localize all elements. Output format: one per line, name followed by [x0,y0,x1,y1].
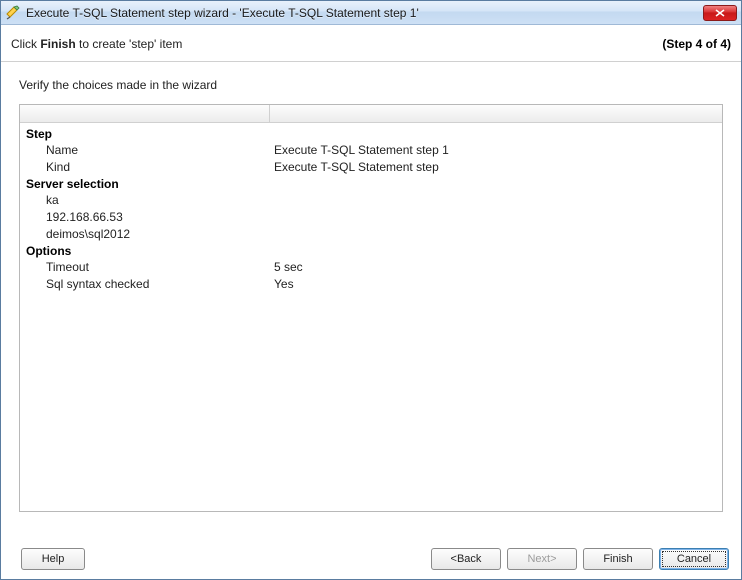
step-progress: (Step 4 of 4) [662,37,731,51]
server1: ka [20,192,270,209]
sub-instruction: Verify the choices made in the wizard [1,62,741,96]
syntax-label: Sql syntax checked [20,276,270,293]
summary-col2 [270,105,722,122]
app-icon [5,5,21,21]
wizard-header: Click Finish to create 'step' item (Step… [1,25,741,62]
instruction-text: Click Finish to create 'step' item [11,37,182,51]
instruction-suffix: to create 'step' item [76,37,183,51]
instruction-prefix: Click [11,37,40,51]
syntax-value: Yes [270,276,722,293]
summary-row-server1: ka [20,192,722,209]
window-title: Execute T-SQL Statement step wizard - 'E… [26,6,703,20]
cancel-button[interactable]: Cancel [659,548,729,570]
back-button[interactable]: <Back [431,548,501,570]
summary-row-kind: Kind Execute T-SQL Statement step [20,159,722,176]
server3: deimos\sql2012 [20,226,270,243]
kind-value: Execute T-SQL Statement step [270,159,722,176]
close-button[interactable] [703,5,737,21]
timeout-value: 5 sec [270,259,722,276]
section-options: Options [20,243,722,259]
finish-button[interactable]: Finish [583,548,653,570]
server2: 192.168.66.53 [20,209,270,226]
summary-panel: Step Name Execute T-SQL Statement step 1… [19,104,723,512]
next-button: Next> [507,548,577,570]
summary-row-server2: 192.168.66.53 [20,209,722,226]
help-button[interactable]: Help [21,548,85,570]
summary-row-timeout: Timeout 5 sec [20,259,722,276]
instruction-bold: Finish [40,37,75,51]
summary-row-server3: deimos\sql2012 [20,226,722,243]
section-step: Step [20,126,722,142]
wizard-footer: Help <Back Next> Finish Cancel [1,539,741,579]
summary-col1 [20,105,270,122]
summary-row-syntax: Sql syntax checked Yes [20,276,722,293]
summary-row-name: Name Execute T-SQL Statement step 1 [20,142,722,159]
kind-label: Kind [20,159,270,176]
name-value: Execute T-SQL Statement step 1 [270,142,722,159]
timeout-label: Timeout [20,259,270,276]
section-server: Server selection [20,176,722,192]
name-label: Name [20,142,270,159]
summary-column-header [20,105,722,123]
title-bar: Execute T-SQL Statement step wizard - 'E… [1,1,741,25]
summary-body: Step Name Execute T-SQL Statement step 1… [20,123,722,293]
